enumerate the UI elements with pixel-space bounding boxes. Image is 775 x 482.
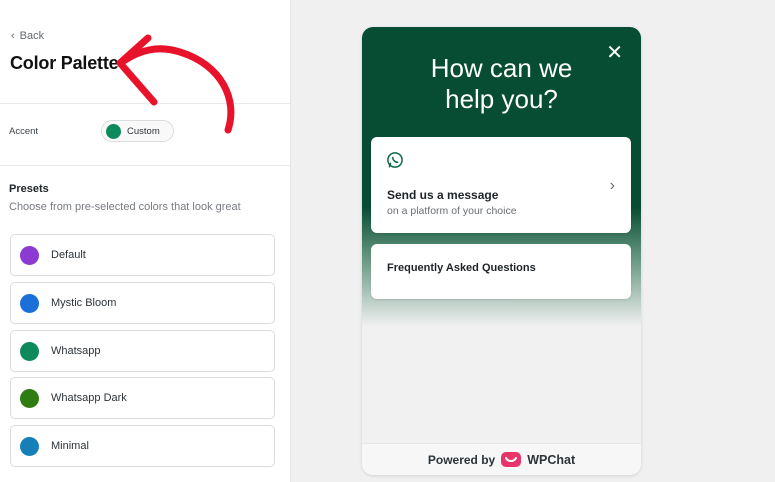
wpchat-logo-icon [501,452,522,467]
preset-color-swatch [20,245,39,265]
back-label: Back [19,30,45,42]
accent-color-picker[interactable]: Custom [101,120,174,142]
presets-subtitle: Choose from pre-selected colors that loo… [9,201,241,213]
divider [0,103,290,104]
widget-headline: How can we help you? [362,53,641,115]
accent-value-label: Custom [127,125,160,137]
faq-title: Frequently Asked Questions [387,262,536,274]
accent-color-swatch [106,123,121,139]
preset-label: Minimal [51,440,89,452]
settings-panel: ‹ Back Color Palette Accent Custom Prese… [0,0,291,482]
accent-label: Accent [9,126,39,137]
preset-color-swatch [20,341,39,361]
divider [0,165,290,166]
preset-color-swatch [20,293,39,313]
preset-color-swatch [20,388,39,408]
preset-label: Mystic Bloom [51,297,117,309]
faq-card[interactable]: Frequently Asked Questions [371,244,631,299]
preset-label: Whatsapp Dark [51,392,127,404]
preset-minimal[interactable]: Minimal [10,425,275,467]
powered-by-label: Powered by [427,452,496,467]
brand-name: WPChat [527,452,576,467]
chevron-right-icon: › [609,177,615,194]
widget-footer: Powered by WPChat [362,443,641,475]
send-message-card[interactable]: Send us a message on a platform of your … [371,137,631,233]
back-link[interactable]: ‹ Back [11,30,44,42]
chat-widget-preview: ✕ How can we help you? Send us a message… [362,27,641,475]
send-message-subtitle: on a platform of your choice [387,205,517,217]
chevron-left-icon: ‹ [11,29,15,42]
preset-whatsapp-dark[interactable]: Whatsapp Dark [10,377,275,419]
preset-color-swatch [20,436,39,456]
presets-heading: Presets [9,183,49,195]
headline-line-1: How can we [430,53,573,83]
preset-label: Whatsapp [51,345,101,357]
send-message-title: Send us a message [387,188,499,202]
preset-label: Default [51,249,86,261]
preset-mystic-bloom[interactable]: Mystic Bloom [10,282,275,324]
preset-default[interactable]: Default [10,234,275,276]
preset-whatsapp[interactable]: Whatsapp [10,330,275,372]
headline-line-2: help you? [445,84,558,114]
whatsapp-icon [387,152,403,168]
page-title: Color Palette [10,53,119,73]
